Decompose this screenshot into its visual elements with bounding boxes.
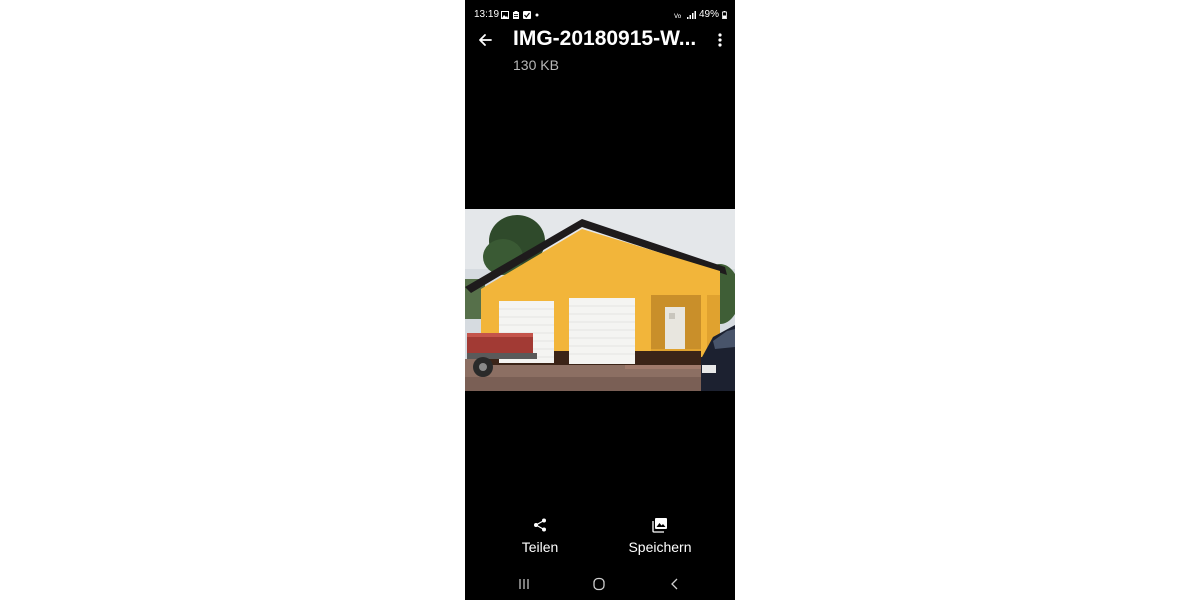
image-icon [501, 11, 509, 19]
status-bar: 13:19 Vo 49% [465, 0, 735, 30]
dot-icon [535, 13, 539, 17]
home-icon[interactable] [589, 576, 609, 592]
save-label: Speichern [628, 539, 692, 555]
nav-back-icon[interactable] [665, 576, 685, 592]
battery-percent: 49% [698, 9, 719, 20]
navigation-bar [465, 570, 735, 600]
signal-icon [686, 10, 696, 19]
check-icon [523, 11, 531, 19]
file-size: 130 KB [513, 57, 559, 73]
garage-photo[interactable] [465, 209, 735, 391]
back-arrow-icon[interactable] [475, 30, 495, 50]
status-time: 13:19 [474, 9, 500, 20]
share-icon [534, 518, 546, 532]
clipboard-icon [513, 11, 519, 19]
share-label: Teilen [521, 539, 559, 555]
svg-text:Vo: Vo [674, 13, 682, 19]
more-options-icon[interactable] [713, 31, 727, 49]
save-button[interactable]: Speichern [615, 517, 705, 555]
notification-icons [501, 9, 540, 21]
volte-icon: Vo [674, 13, 682, 19]
gallery-save-icon [652, 518, 667, 533]
recents-icon[interactable] [514, 576, 534, 592]
file-title: IMG-20180915-W... [513, 27, 697, 50]
share-button[interactable]: Teilen [505, 517, 575, 555]
status-right: Vo 49% [674, 9, 727, 20]
battery-icon [722, 10, 727, 19]
phone-screen: 13:19 Vo 49% IMG-20180915-W... 130 KB Te… [465, 0, 735, 600]
